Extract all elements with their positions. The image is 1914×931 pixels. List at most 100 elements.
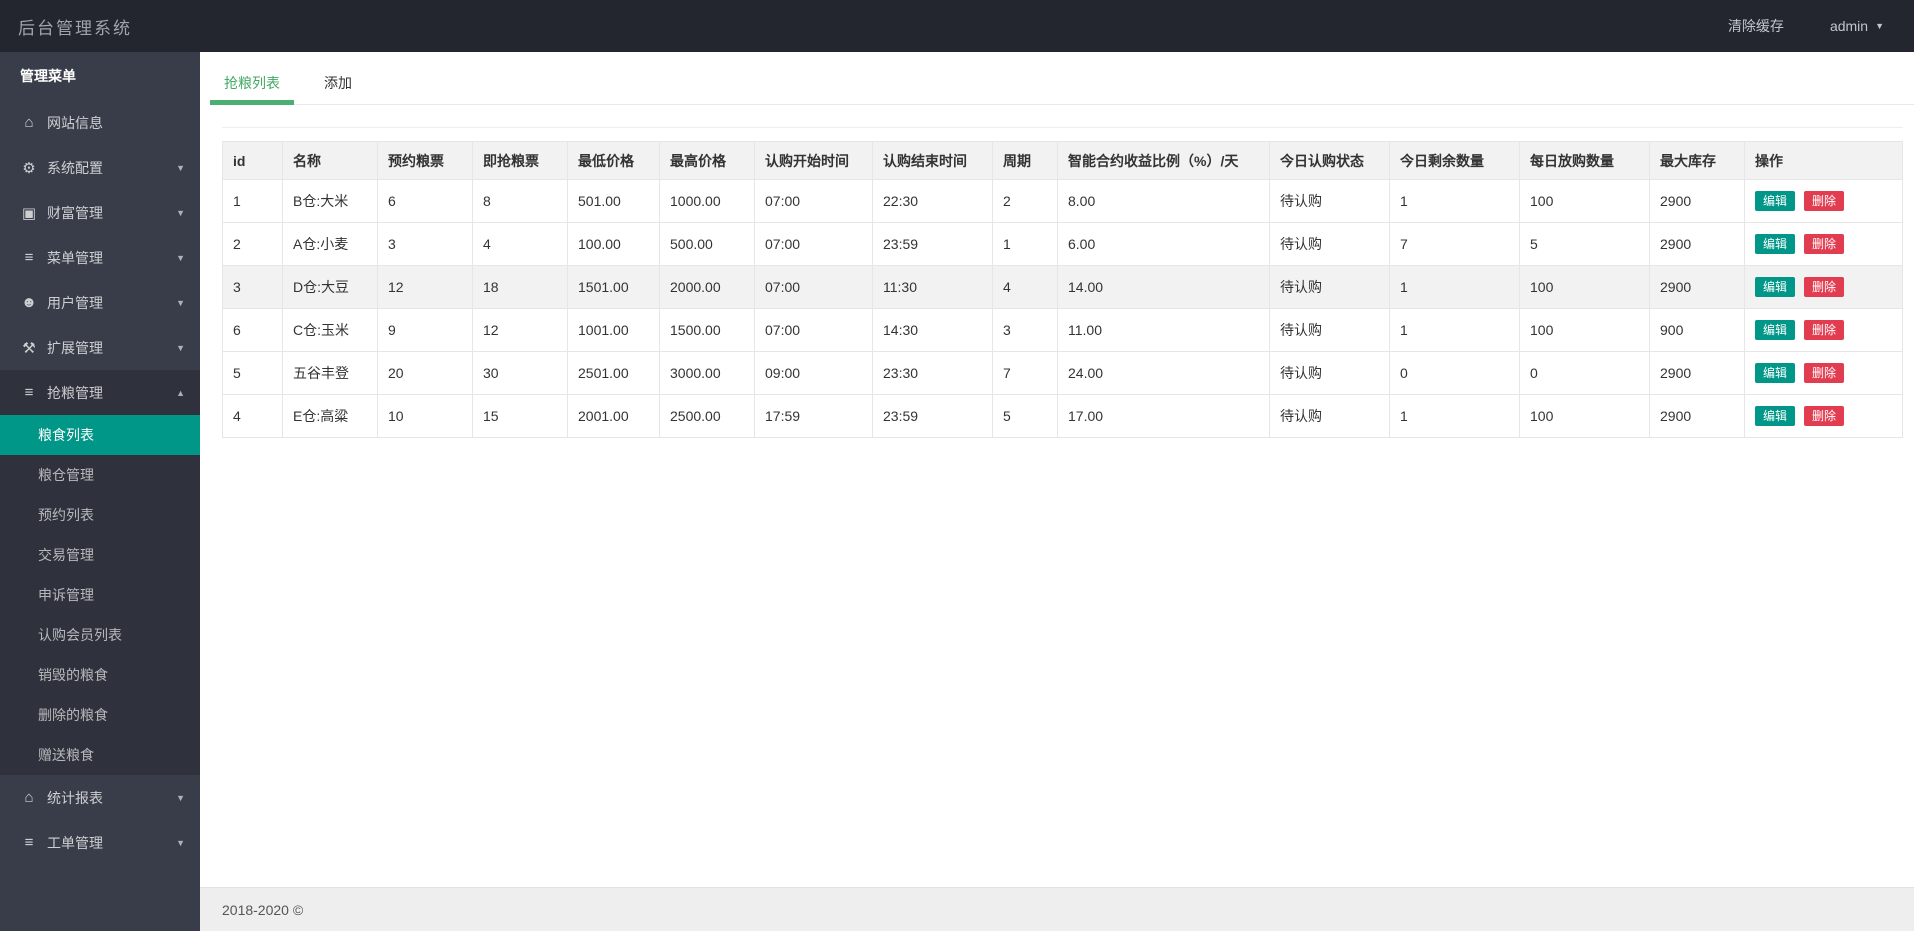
column-header: 今日剩余数量 [1389,141,1520,180]
table-cell: 2900 [1649,351,1745,395]
table-cell: 待认购 [1269,351,1390,395]
actions-cell: 编辑 删除 [1744,394,1903,438]
tab-add[interactable]: 添加 [310,63,366,104]
table-cell: 1501.00 [567,265,660,309]
sidebar-subitem[interactable]: 交易管理 [0,535,200,575]
sidebar-item[interactable]: ⚙ 系统配置 ▼ [0,145,200,190]
wrench-icon: ⚒ [22,339,36,357]
delete-button[interactable]: 删除 [1804,277,1845,297]
table-cell: 7 [1389,222,1520,266]
table-cell: 100 [1519,308,1650,352]
sidebar-item[interactable]: ☻ 用户管理 ▼ [0,280,200,325]
table-cell: 0 [1389,351,1520,395]
sidebar-item-label: 系统配置 [47,159,103,176]
tab-grab-list[interactable]: 抢粮列表 [210,63,294,105]
user-menu[interactable]: admin ▼ [1830,18,1884,34]
table-cell: 17:59 [754,394,873,438]
table-cell: 900 [1649,308,1745,352]
sidebar-subitem[interactable]: 粮食列表 [0,415,200,455]
table-cell: 14:30 [872,308,993,352]
table-cell: 9 [377,308,473,352]
sidebar-item[interactable]: ≡ 工单管理 ▼ [0,820,200,865]
table-cell: 14.00 [1057,265,1270,309]
divider [222,127,1903,128]
table-cell: 4 [222,394,283,438]
table-cell: 6.00 [1057,222,1270,266]
delete-button[interactable]: 删除 [1804,234,1845,254]
sidebar-item[interactable]: ⚒ 扩展管理 ▼ [0,325,200,370]
table-cell: 1001.00 [567,308,660,352]
table-cell: 5 [992,394,1058,438]
sidebar-subitem[interactable]: 销毁的粮食 [0,655,200,695]
table-cell: 3 [992,308,1058,352]
table-cell: 15 [472,394,568,438]
table-cell: 2501.00 [567,351,660,395]
delete-button[interactable]: 删除 [1804,363,1845,383]
table-cell: 7 [992,351,1058,395]
table-cell: 8.00 [1057,179,1270,223]
table-cell: 3000.00 [659,351,755,395]
actions-cell: 编辑 删除 [1744,222,1903,266]
sidebar-item-label: 财富管理 [47,204,103,221]
edit-button[interactable]: 编辑 [1755,234,1796,254]
grain-table: id 名称 预约粮票 即抢粮票 最低价格 最高价格 认购开始时间 认购结束时间 周期 智能合约收益… [222,141,1903,438]
table-cell: 待认购 [1269,394,1390,438]
table-cell: B仓:大米 [282,179,378,223]
sidebar-menu: ⌂ 网站信息 ⚙ 系统配置 ▼ ▣ 财富管理 ▼ ≡ 菜单管理 ▼ ☻ 用户管理 ▼ ⚒ 扩展管理 ▼ ≡ 抢粮管理… [0,100,200,865]
sidebar-item[interactable]: ⌂ 统计报表 ▼ [0,775,200,820]
column-header: 每日放购数量 [1519,141,1650,180]
table-cell: 2 [992,179,1058,223]
chevron-down-icon: ▼ [176,342,185,353]
table-cell: 1 [1389,179,1520,223]
edit-button[interactable]: 编辑 [1755,406,1796,426]
edit-button[interactable]: 编辑 [1755,191,1796,211]
table-cell: 2 [222,222,283,266]
delete-button[interactable]: 删除 [1804,191,1845,211]
clear-cache-button[interactable]: 清除缓存 [1728,16,1784,36]
delete-button[interactable]: 删除 [1804,320,1845,340]
table-cell: 100 [1519,394,1650,438]
table-cell: 1 [1389,394,1520,438]
table-row: 2 A仓:小麦 3 4 100.00 500.00 07:00 23:59 1 6.00 待认购 7 5… [222,222,1903,266]
table-cell: 20 [377,351,473,395]
table-cell: 18 [472,265,568,309]
column-header: 认购结束时间 [872,141,993,180]
sidebar-subitem[interactable]: 申诉管理 [0,575,200,615]
table-cell: 5 [222,351,283,395]
sidebar-item[interactable]: ≡ 菜单管理 ▼ [0,235,200,280]
gear-icon: ⚙ [22,159,36,177]
edit-button[interactable]: 编辑 [1755,277,1796,297]
sidebar-item[interactable]: ⌂ 网站信息 [0,100,200,145]
sidebar-item[interactable]: ▣ 财富管理 ▼ [0,190,200,235]
edit-button[interactable]: 编辑 [1755,363,1796,383]
table-cell: C仓:玉米 [282,308,378,352]
table-cell: 17.00 [1057,394,1270,438]
delete-button[interactable]: 删除 [1804,406,1845,426]
app-title: 后台管理系统 [18,18,132,38]
sidebar-item-label: 抢粮管理 [47,384,103,401]
table-cell: 12 [377,265,473,309]
column-header: 最低价格 [567,141,660,180]
sidebar-item[interactable]: ≡ 抢粮管理 ▲ [0,370,200,415]
sidebar-subitem[interactable]: 预约列表 [0,495,200,535]
sidebar-item-label: 扩展管理 [47,339,103,356]
table-cell: 2900 [1649,265,1745,309]
table-cell: 待认购 [1269,265,1390,309]
edit-button[interactable]: 编辑 [1755,320,1796,340]
sidebar-subitem[interactable]: 认购会员列表 [0,615,200,655]
column-header: 即抢粮票 [472,141,568,180]
table-cell: 0 [1519,351,1650,395]
sidebar-subitem[interactable]: 粮仓管理 [0,455,200,495]
username-label: admin [1829,18,1869,34]
sidebar-subitem[interactable]: 赠送粮食 [0,735,200,775]
chevron-down-icon: ▼ [176,837,185,848]
column-header: 名称 [282,141,378,180]
table-cell: 5 [1519,222,1650,266]
table-cell: D仓:大豆 [282,265,378,309]
sidebar-subitem[interactable]: 删除的粮食 [0,695,200,735]
table-row: 3 D仓:大豆 12 18 1501.00 2000.00 07:00 11:30 4 14.00… [222,265,1903,309]
table-cell: 2900 [1649,394,1745,438]
chevron-down-icon: ▼ [176,252,185,263]
table-cell: 23:59 [872,222,993,266]
table-cell: 11.00 [1057,308,1270,352]
